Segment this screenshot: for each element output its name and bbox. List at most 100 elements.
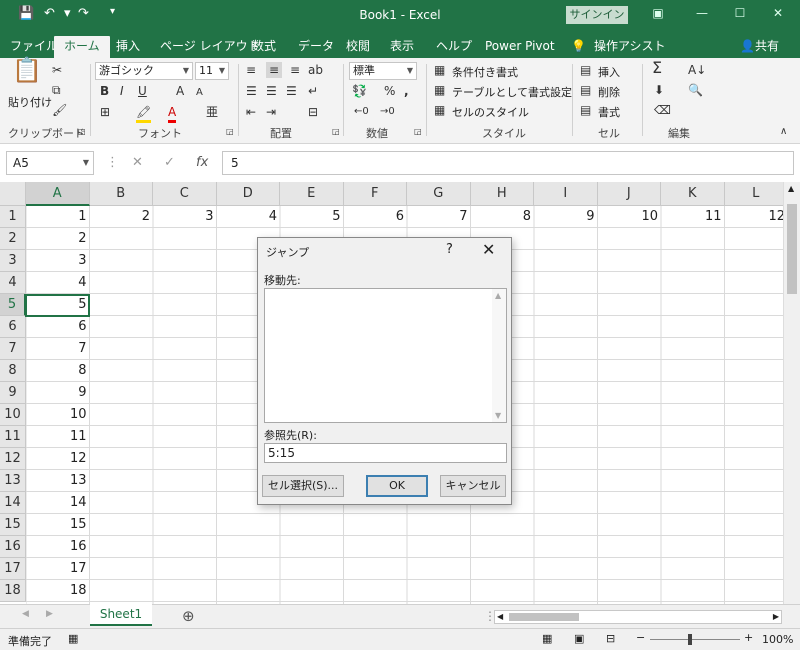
orientation-icon[interactable]: ab — [308, 62, 323, 78]
tab-help[interactable]: ヘルプ — [436, 36, 472, 58]
font-launcher-icon[interactable]: ◲ — [226, 124, 234, 140]
ribbon-display-icon[interactable]: ▣ — [648, 6, 668, 24]
paste-button[interactable]: 貼り付け — [8, 94, 52, 110]
sort-filter-icon[interactable]: A↓ — [688, 62, 706, 78]
dialog-close-button[interactable]: ✕ — [482, 240, 495, 259]
cell[interactable]: 1 — [26, 206, 90, 228]
font-name-dropdown[interactable]: 游ゴシック ▼ — [95, 62, 193, 80]
row-header[interactable]: 1 — [0, 206, 26, 228]
number-format-dropdown[interactable]: 標準 ▼ — [349, 62, 417, 80]
font-color-button[interactable]: A — [168, 104, 177, 123]
increase-indent-icon[interactable]: ⇥ — [266, 104, 276, 120]
page-break-view-icon[interactable]: ⊟ — [606, 632, 615, 645]
column-header[interactable]: K — [661, 182, 725, 206]
fill-icon[interactable]: ⬇ — [654, 82, 664, 98]
tell-me-search[interactable]: 操作アシスト — [594, 36, 666, 58]
paste-icon[interactable]: 📋 — [12, 58, 42, 82]
alignment-launcher-icon[interactable]: ◲ — [332, 124, 340, 140]
delete-cells-button[interactable]: 削除 — [598, 84, 620, 100]
tab-formulas[interactable]: 数式 — [252, 36, 276, 58]
insert-function-button[interactable]: fx — [196, 155, 208, 170]
cell[interactable]: 15 — [26, 514, 90, 536]
vertical-scroll-thumb[interactable] — [787, 204, 797, 294]
cell[interactable]: 6 — [344, 206, 408, 228]
row-header[interactable]: 5 — [0, 294, 26, 316]
fill-color-icon[interactable]: 🖍 — [136, 104, 152, 123]
cell[interactable]: 18 — [26, 580, 90, 602]
close-icon[interactable]: ✕ — [768, 6, 788, 24]
tab-data[interactable]: データ — [298, 36, 334, 58]
formula-input[interactable]: 5 — [222, 151, 794, 175]
decrease-decimal-icon[interactable]: →0 — [380, 104, 395, 120]
format-cells-button[interactable]: 書式 — [598, 104, 620, 120]
tab-home[interactable]: ホーム — [54, 36, 110, 58]
row-header[interactable]: 15 — [0, 514, 26, 536]
percent-button[interactable]: % — [384, 83, 395, 99]
zoom-level[interactable]: 100% — [762, 633, 793, 646]
column-header[interactable]: E — [280, 182, 344, 206]
tab-page-layout[interactable]: ページ レイアウト — [160, 36, 260, 58]
zoom-out-icon[interactable]: − — [636, 631, 645, 644]
cell[interactable]: 12 — [26, 448, 90, 470]
tab-power-pivot[interactable]: Power Pivot — [485, 36, 555, 58]
collapse-ribbon-icon[interactable]: ∧ — [780, 124, 787, 140]
row-header[interactable]: 13 — [0, 470, 26, 492]
row-header[interactable]: 18 — [0, 580, 26, 602]
font-size-dropdown[interactable]: 11 ▼ — [195, 62, 229, 80]
scroll-up-icon[interactable]: ▲ — [495, 291, 501, 300]
column-header[interactable]: C — [153, 182, 217, 206]
decrease-indent-icon[interactable]: ⇤ — [246, 104, 256, 120]
currency-icon[interactable]: 💱 — [352, 83, 367, 99]
cell[interactable]: 16 — [26, 536, 90, 558]
comma-button[interactable]: , — [404, 83, 409, 99]
row-header[interactable]: 14 — [0, 492, 26, 514]
zoom-slider-thumb[interactable] — [688, 634, 692, 645]
row-header[interactable]: 3 — [0, 250, 26, 272]
grow-font-button[interactable]: A — [176, 83, 184, 99]
list-scrollbar[interactable]: ▲ ▼ — [492, 289, 506, 422]
sheet-tab[interactable]: Sheet1 — [90, 604, 152, 626]
cell[interactable]: 4 — [26, 272, 90, 294]
format-painter-icon[interactable]: 🖌 — [52, 102, 67, 118]
cell[interactable]: 17 — [26, 558, 90, 580]
cell[interactable]: 12 — [725, 206, 789, 228]
column-header[interactable]: I — [534, 182, 598, 206]
italic-button[interactable]: I — [120, 83, 124, 99]
autosum-button[interactable]: Σ — [652, 60, 662, 76]
copy-icon[interactable]: ⧉ — [52, 82, 61, 98]
macro-record-icon[interactable]: ▦ — [68, 632, 78, 645]
column-header[interactable]: A — [26, 182, 90, 206]
horizontal-scroll-thumb[interactable] — [509, 613, 579, 621]
scroll-up-icon[interactable]: ▲ — [788, 184, 794, 193]
cell[interactable]: 11 — [26, 426, 90, 448]
row-header[interactable]: 8 — [0, 360, 26, 382]
phonetic-icon[interactable]: 亜 — [206, 104, 218, 120]
row-header[interactable]: 12 — [0, 448, 26, 470]
number-launcher-icon[interactable]: ◲ — [414, 124, 422, 140]
tab-insert[interactable]: 挿入 — [116, 36, 140, 58]
border-icon[interactable]: ⊞ — [100, 104, 110, 120]
format-as-table-button[interactable]: テーブルとして書式設定 — [452, 84, 572, 100]
column-header[interactable]: L — [724, 182, 788, 206]
cell[interactable]: 10 — [26, 404, 90, 426]
special-button[interactable]: セル選択(S)... — [262, 475, 344, 497]
enter-icon[interactable]: ✓ — [164, 155, 175, 170]
align-bottom-icon[interactable]: ≡ — [290, 62, 300, 78]
active-cell[interactable] — [25, 294, 90, 317]
row-header[interactable]: 7 — [0, 338, 26, 360]
clipboard-launcher-icon[interactable]: ◲ — [78, 124, 86, 140]
cancel-button[interactable]: キャンセル — [440, 475, 506, 497]
cell[interactable]: 8 — [471, 206, 535, 228]
zoom-in-icon[interactable]: + — [744, 631, 753, 644]
cell[interactable]: 7 — [407, 206, 471, 228]
cell[interactable]: 11 — [661, 206, 725, 228]
tab-review[interactable]: 校閲 — [346, 36, 370, 58]
horizontal-scrollbar[interactable]: ◀ ▶ — [494, 610, 782, 624]
cell[interactable]: 4 — [217, 206, 281, 228]
find-select-icon[interactable]: 🔍 — [688, 82, 703, 98]
zoom-slider[interactable] — [650, 639, 740, 640]
align-middle-icon[interactable]: ≡ — [266, 62, 283, 78]
row-header[interactable]: 10 — [0, 404, 26, 426]
cell[interactable]: 8 — [26, 360, 90, 382]
minimize-icon[interactable]: — — [692, 6, 712, 24]
